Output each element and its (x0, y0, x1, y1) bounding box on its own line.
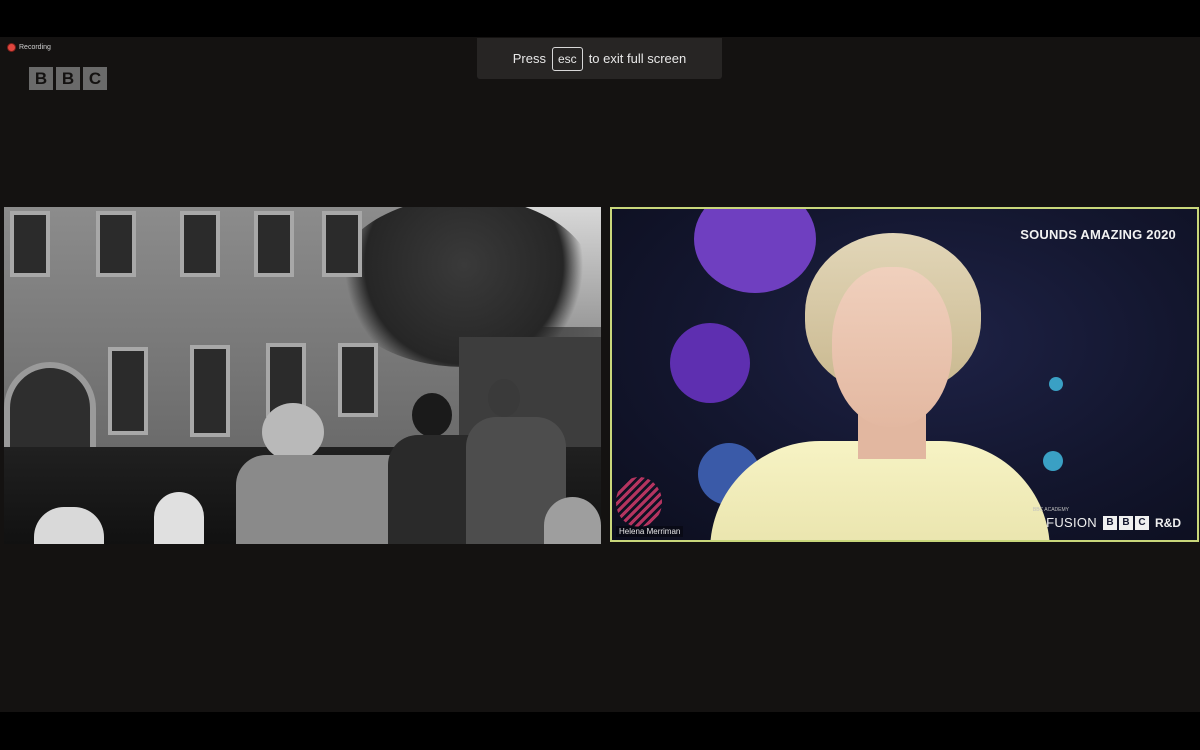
recording-indicator: Recording (8, 44, 51, 51)
academy-label: BBC ACADEMY (1032, 507, 1069, 513)
bbc-logo-letter: B (29, 67, 53, 90)
bbc-logo-letter: B (56, 67, 80, 90)
shared-video-tile[interactable] (4, 207, 601, 544)
window (10, 211, 50, 277)
bbc-logo-letter: C (83, 67, 107, 90)
event-title: SOUNDS AMAZING 2020 (1020, 227, 1176, 242)
window (180, 211, 220, 277)
participant-name-label: Helena Merriman (616, 526, 684, 537)
rd-label: R&D (1155, 515, 1181, 530)
window (322, 211, 362, 277)
recording-label: Recording (19, 44, 51, 51)
person-head (412, 393, 452, 437)
toast-prefix: Press (512, 51, 546, 66)
speaker-video-tile[interactable]: SOUNDS AMAZING 2020 Helena Merriman BBC … (612, 209, 1197, 540)
speaker-person (710, 229, 1050, 540)
window (254, 211, 294, 277)
bbc-mini-letter: B (1103, 515, 1117, 530)
window (108, 347, 148, 435)
speaker-face (832, 267, 952, 427)
branding-footer: FUSION B B C R&D (1046, 515, 1181, 530)
window (96, 211, 136, 277)
window (190, 345, 230, 437)
bbc-mini-letter: B (1119, 515, 1133, 530)
person-head (488, 379, 520, 417)
toast-suffix: to exit full screen (588, 51, 687, 66)
recording-dot-icon (8, 44, 15, 51)
person-coat (154, 492, 204, 544)
fusion-label: FUSION (1046, 515, 1097, 530)
striped-circle (616, 477, 662, 527)
esc-key-badge[interactable]: esc (552, 46, 583, 71)
bbc-logo: B B C (29, 67, 107, 90)
bbc-mini-letter: C (1135, 515, 1149, 530)
fullscreen-exit-toast: Press esc to exit full screen (477, 38, 722, 79)
bbc-mini-logo: B B C (1103, 515, 1149, 530)
person-head (262, 403, 324, 461)
window (338, 343, 378, 417)
teal-dot (1049, 377, 1063, 391)
